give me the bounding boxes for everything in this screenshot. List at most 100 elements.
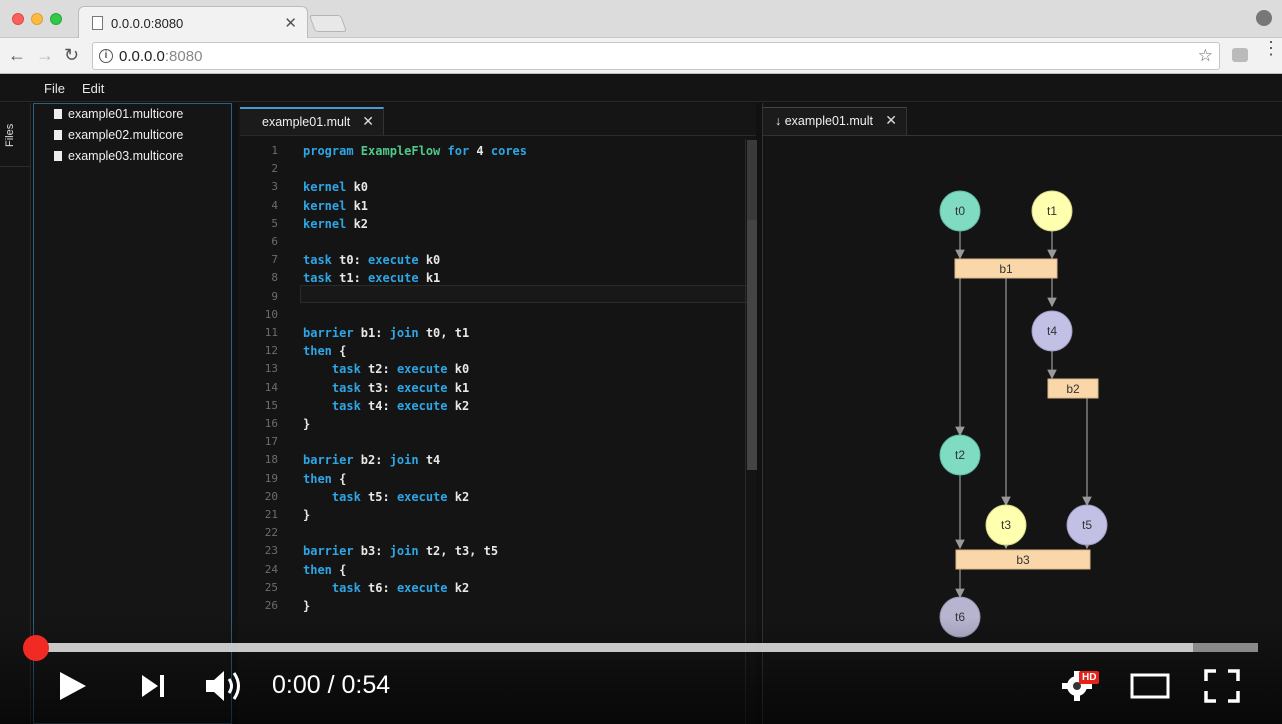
- code-line[interactable]: 9: [240, 288, 740, 306]
- text-token: k2: [454, 398, 470, 413]
- code-line[interactable]: 15 task t4: execute k2: [240, 397, 740, 415]
- back-arrow-icon[interactable]: ←: [8, 45, 26, 66]
- keyword-token: execute: [368, 271, 426, 286]
- file-item[interactable]: example01.multicore: [54, 107, 183, 125]
- task-node-t3-label: t3: [1001, 518, 1011, 532]
- text-token: k0: [353, 180, 369, 195]
- code-line[interactable]: 2: [240, 160, 740, 178]
- code-line[interactable]: 21}: [240, 506, 740, 524]
- code-line[interactable]: 20 task t5: execute k2: [240, 488, 740, 506]
- theater-mode-icon[interactable]: [1130, 672, 1170, 700]
- reload-icon[interactable]: ↻: [64, 45, 79, 66]
- new-tab-button[interactable]: [308, 15, 348, 32]
- close-icon[interactable]: ✕: [885, 112, 897, 129]
- fullscreen-icon[interactable]: [1204, 669, 1240, 703]
- code-line[interactable]: 16}: [240, 415, 740, 433]
- bookmark-star-icon[interactable]: ☆: [1198, 46, 1213, 66]
- line-number: 18: [264, 453, 278, 467]
- code-line[interactable]: 18 barrier b2: join t4: [240, 451, 740, 469]
- line-number: 8: [271, 271, 278, 285]
- tab-close-icon[interactable]: ✕: [284, 14, 297, 32]
- video-scrubber-knob[interactable]: [23, 635, 49, 661]
- task-node-t2-label: t2: [955, 448, 965, 462]
- extension-icon[interactable]: [1232, 48, 1248, 62]
- text-token: t6:: [368, 580, 397, 595]
- code-line[interactable]: 25 task t6: execute k2: [240, 579, 740, 597]
- editor-tab[interactable]: example01.mult ✕: [240, 107, 384, 135]
- forward-arrow-icon[interactable]: →: [36, 45, 54, 66]
- menu-edit[interactable]: Edit: [82, 81, 104, 96]
- code-line[interactable]: 3 kernel k0: [240, 178, 740, 196]
- minimize-window-button[interactable]: [31, 13, 43, 25]
- code-line[interactable]: 14 task t3: execute k1: [240, 379, 740, 397]
- code-text: }: [303, 506, 310, 524]
- next-track-icon[interactable]: [140, 673, 168, 699]
- code-line[interactable]: 26}: [240, 597, 740, 615]
- line-number: 4: [271, 198, 278, 212]
- code-line[interactable]: 17: [240, 433, 740, 451]
- code-line[interactable]: 5 kernel k2: [240, 215, 740, 233]
- line-number: 9: [271, 289, 278, 303]
- code-line[interactable]: 7 task t0: execute k0: [240, 251, 740, 269]
- line-number: 14: [264, 380, 278, 394]
- browser-tab-title: 0.0.0.0:8080: [111, 16, 184, 31]
- text-token: k2: [454, 489, 470, 504]
- graph-tab[interactable]: ↓ example01.mult ✕: [763, 107, 907, 135]
- code-text: task t4: execute k2: [303, 397, 469, 415]
- line-number: 19: [264, 471, 278, 485]
- keyword-token: kernel: [303, 198, 354, 213]
- text-token: b2:: [360, 453, 390, 468]
- code-line[interactable]: 24 then {: [240, 561, 740, 579]
- keyword-token: task: [331, 380, 369, 395]
- profile-icon[interactable]: [1256, 10, 1272, 26]
- code-line[interactable]: 6: [240, 233, 740, 251]
- close-icon[interactable]: ✕: [362, 113, 374, 130]
- line-number: 11: [264, 326, 278, 339]
- keyword-token: join: [389, 544, 426, 559]
- barrier-b3-label: b3: [1016, 553, 1030, 567]
- maximize-window-button[interactable]: [50, 13, 62, 25]
- file-icon: [54, 109, 62, 119]
- address-bar[interactable]: i 0.0.0.0:8080 ☆: [92, 42, 1220, 70]
- files-activity-tab[interactable]: Files: [0, 103, 31, 167]
- info-icon[interactable]: i: [99, 49, 113, 63]
- code-line[interactable]: 11 barrier b1: join t0, t1: [240, 324, 740, 342]
- line-number: 16: [264, 417, 278, 430]
- file-item[interactable]: example03.multicore: [54, 149, 183, 167]
- code-text: then {: [303, 470, 346, 488]
- browser-tab[interactable]: 0.0.0.0:8080 ✕: [78, 6, 308, 39]
- text-token: t4:: [368, 398, 397, 413]
- line-number: 17: [264, 435, 278, 449]
- text-token: t2:: [368, 362, 397, 377]
- files-label: Files: [4, 123, 16, 147]
- code-line[interactable]: 23 barrier b3: join t2, t3, t5: [240, 542, 740, 560]
- keyword-token: program: [303, 144, 361, 158]
- close-window-button[interactable]: [12, 13, 24, 25]
- editor-scroll-thumb[interactable]: [747, 140, 757, 220]
- code-line[interactable]: 12 then {: [240, 342, 740, 360]
- text-token: {: [339, 344, 347, 359]
- keyword-token: task: [331, 489, 369, 504]
- keyword-token: then: [303, 344, 340, 359]
- line-number: 1: [271, 144, 278, 157]
- menu-file[interactable]: File: [44, 81, 65, 96]
- keyword-token: kernel: [303, 216, 354, 231]
- play-icon[interactable]: [58, 670, 88, 702]
- code-line[interactable]: 19 then {: [240, 470, 740, 488]
- code-text: then {: [303, 342, 346, 360]
- code-line[interactable]: 10: [240, 306, 740, 324]
- volume-icon[interactable]: [204, 668, 244, 704]
- code-line[interactable]: 1 program ExampleFlow for 4 cores: [240, 142, 740, 160]
- code-line[interactable]: 22: [240, 524, 740, 542]
- code-text: barrier b1: join t0, t1: [303, 324, 469, 342]
- code-text: barrier b3: join t2, t3, t5: [303, 542, 498, 560]
- browser-menu-icon[interactable]: ⋮: [1262, 39, 1280, 57]
- file-item[interactable]: example02.multicore: [54, 128, 183, 146]
- line-number: 10: [264, 307, 278, 321]
- code-line[interactable]: 13 task t2: execute k0: [240, 360, 740, 378]
- line-number: 22: [264, 526, 278, 540]
- code-line[interactable]: 4 kernel k1: [240, 197, 740, 215]
- code-line[interactable]: 8 task t1: execute k1: [240, 269, 740, 287]
